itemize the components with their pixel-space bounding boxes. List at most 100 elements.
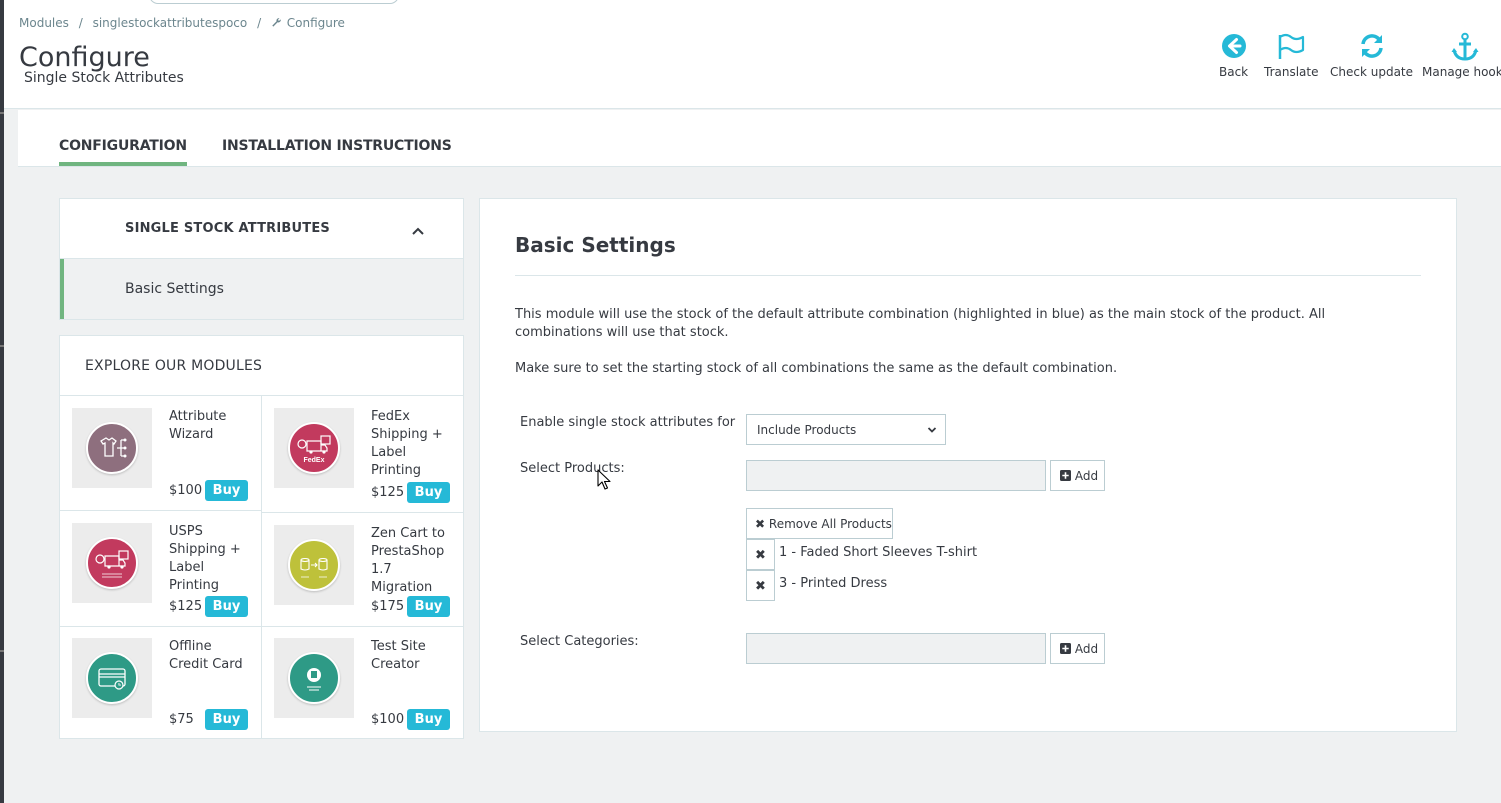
side-menu-item-basic-settings[interactable]: Basic Settings [60,259,463,319]
module-card-attribute-wizard[interactable]: Attribute Wizard $100 Buy [60,396,262,511]
tab-configuration[interactable]: CONFIGURATION [59,138,187,166]
module-name: USPS Shipping + Label Printing [169,524,241,593]
selected-product: 3 - Printed Dress [779,576,888,591]
module-price: $100 [169,483,203,498]
add-category-button[interactable]: Add [1050,633,1105,664]
tshirt-icon [86,422,138,474]
page-header: Modules / singlestockattributespoco / Co… [4,0,1501,109]
plus-square-icon [1060,642,1071,656]
module-price: $125 [169,599,203,614]
description-text: This module will use the stock of the de… [515,307,1326,340]
panel-title: Basic Settings [515,233,676,257]
back-label: Back [1219,65,1249,79]
refresh-icon [1330,32,1413,62]
fedex-truck-icon: FedEx [288,422,340,474]
close-icon: ✖ [755,548,766,563]
description-note: Make sure to set the starting stock of a… [515,361,1118,376]
select-categories-label: Select Categories: [520,634,639,649]
buy-button[interactable]: Buy [205,480,248,501]
panel-divider [515,275,1421,276]
close-icon: ✖ [755,579,766,594]
module-card-usps[interactable]: USPS Shipping + Label Printing $125 Buy [60,511,262,627]
explore-modules-panel: EXPLORE OUR MODULES Attribute Wizard $10… [59,335,464,739]
flag-icon [1264,32,1319,62]
back-button[interactable]: Back [1219,32,1248,79]
module-name: FedEx Shipping + Label Printing [371,409,443,478]
breadcrumb-module[interactable]: singlestockattributespoco [93,16,248,30]
module-name: Offline Credit Card [169,639,243,672]
module-price: $100 [371,712,405,727]
database-migration-icon [288,539,340,591]
test-site-icon [288,652,340,704]
buy-button[interactable]: Buy [407,596,450,617]
enable-label: Enable single stock attributes for [520,415,736,430]
tab-installation-instructions[interactable]: INSTALLATION INSTRUCTIONS [222,138,452,162]
remove-all-products-button[interactable]: ✖ Remove All Products [746,508,893,539]
module-card-zen-cart-migration[interactable]: Zen Cart to PrestaShop 1.7 Migration $17… [262,513,464,627]
mouse-cursor-icon [597,469,611,495]
remove-product-button[interactable]: ✖ [746,570,775,601]
side-menu-title: SINGLE STOCK ATTRIBUTES [125,221,330,236]
tabs-bar: CONFIGURATION INSTALLATION INSTRUCTIONS [18,110,1501,167]
module-thumbnail [72,523,152,603]
module-price: $75 [169,712,194,727]
module-card-offline-credit-card[interactable]: Offline Credit Card $75 Buy [60,626,262,739]
manage-hooks-button[interactable]: Manage hooks [1422,32,1501,79]
manage-hooks-label: Manage hooks [1422,65,1501,79]
product-search-input[interactable] [746,460,1046,491]
strip-divider [0,112,4,114]
module-card-fedex[interactable]: FedEx FedEx Shipping + Label Printing $1… [262,396,464,513]
buy-button[interactable]: Buy [205,596,248,617]
module-name: Attribute Wizard [169,409,227,442]
module-thumbnail [274,638,354,718]
buy-button[interactable]: Buy [407,482,450,503]
explore-header: EXPLORE OUR MODULES [60,336,463,396]
selected-product: 1 - Faded Short Sleeves T-shirt [779,545,978,560]
category-search-input[interactable] [746,633,1046,664]
left-sidebar-strip [0,0,4,803]
check-update-button[interactable]: Check update [1330,32,1413,79]
page-title: Configure [19,42,150,73]
remove-product-button[interactable]: ✖ [746,539,775,570]
add-product-button[interactable]: Add [1050,460,1105,491]
wrench-icon [271,16,285,30]
side-menu: SINGLE STOCK ATTRIBUTES Basic Settings [59,198,464,320]
module-thumbnail [274,525,354,605]
translate-button[interactable]: Translate [1264,32,1319,79]
enable-select[interactable]: Include Products [746,414,946,445]
remove-all-label: Remove All Products [768,517,892,531]
module-name: Zen Cart to PrestaShop 1.7 Migration [371,526,445,595]
breadcrumb-separator: / [78,16,83,30]
strip-divider [0,650,4,652]
add-label: Add [1074,469,1099,483]
breadcrumb: Modules / singlestockattributespoco / Co… [19,16,351,30]
module-thumbnail [72,408,152,488]
usps-truck-icon [86,537,138,589]
translate-label: Translate [1264,65,1319,79]
buy-button[interactable]: Buy [205,709,248,730]
basic-settings-panel: Basic Settings This module will use the … [479,198,1457,732]
search-input[interactable] [149,0,399,4]
enable-select-value: Include Products [757,423,857,437]
plus-square-icon [1060,469,1071,483]
side-menu-item-label: Basic Settings [125,281,224,297]
breadcrumb-configure: Configure [286,16,345,30]
module-card-test-site-creator[interactable]: Test Site Creator $100 Buy [262,626,464,739]
credit-card-icon [86,652,138,704]
module-name: Test Site Creator [371,639,426,672]
side-menu-header[interactable]: SINGLE STOCK ATTRIBUTES [60,199,463,259]
svg-text:FedEx: FedEx [303,457,324,464]
module-price: $175 [371,599,405,614]
check-update-label: Check update [1330,65,1414,79]
add-label: Add [1074,642,1099,656]
breadcrumb-modules[interactable]: Modules [19,16,69,30]
chevron-down-icon [927,424,937,438]
breadcrumb-separator: / [257,16,262,30]
close-icon: ✖ [755,517,766,531]
page-subtitle: Single Stock Attributes [24,70,184,86]
strip-divider [0,345,4,347]
buy-button[interactable]: Buy [407,709,450,730]
chevron-up-icon[interactable] [411,221,425,240]
module-price: $125 [371,485,405,500]
arrow-left-circle-icon [1219,32,1248,62]
